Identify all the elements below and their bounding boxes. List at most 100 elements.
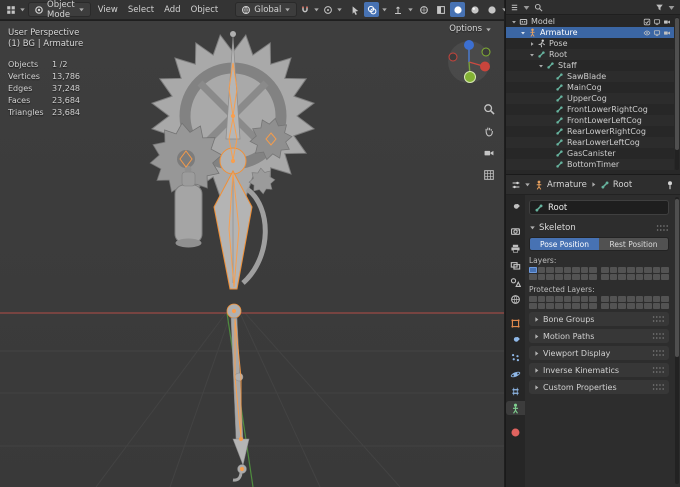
screen-icon[interactable] (653, 29, 661, 37)
navigation-gizmo[interactable] (442, 35, 496, 89)
layer-toggle[interactable] (563, 296, 572, 302)
outliner-row-uppercog[interactable]: UpperCog (506, 93, 674, 104)
name-field[interactable]: Root (529, 200, 669, 215)
layer-toggle[interactable] (572, 296, 580, 302)
pose-position-button[interactable]: Pose Position (530, 238, 599, 250)
panel-grip-icon[interactable] (652, 383, 665, 391)
breadcrumb-data-icon[interactable] (600, 180, 610, 190)
layer-toggle[interactable] (546, 267, 554, 273)
panel-bone-groups[interactable]: Bone Groups (529, 312, 669, 326)
axis-y-handle[interactable] (464, 71, 476, 83)
outliner-row-rearlowerrightcog[interactable]: RearLowerRightCog (506, 126, 674, 137)
layer-toggle[interactable] (563, 267, 572, 273)
layer-toggle[interactable] (626, 296, 635, 302)
collapse-icon[interactable] (527, 52, 536, 58)
tab-physics[interactable] (506, 367, 525, 381)
layer-toggle[interactable] (529, 267, 537, 273)
outliner-row-staff[interactable]: Staff (506, 60, 674, 71)
axis-x-handle[interactable] (480, 61, 490, 72)
layer-toggle[interactable] (572, 274, 580, 280)
layer-toggle[interactable] (589, 274, 597, 280)
panel-grip-icon[interactable] (652, 349, 665, 357)
tab-output[interactable] (506, 241, 525, 255)
axis-x-neg-handle[interactable] (448, 52, 458, 62)
snap-magnet-button[interactable] (299, 4, 311, 16)
pin-icon[interactable] (665, 180, 675, 190)
layer-toggle[interactable] (601, 274, 609, 280)
breadcrumb-object-icon[interactable] (534, 180, 544, 190)
collapse-icon[interactable] (518, 30, 527, 36)
layer-toggle[interactable] (661, 296, 669, 302)
layer-toggle[interactable] (580, 303, 589, 309)
properties-scrollbar[interactable] (675, 197, 679, 484)
properties-editor-type-icon[interactable] (511, 180, 521, 190)
skeleton-panel-header[interactable]: Skeleton (529, 221, 669, 234)
layer-toggle[interactable] (635, 274, 644, 280)
tab-active-tool[interactable] (506, 200, 525, 214)
snap-caret-icon[interactable] (313, 6, 320, 13)
search-icon[interactable] (534, 3, 543, 12)
options-dropdown[interactable]: Options (449, 24, 492, 34)
layer-toggle[interactable] (554, 296, 563, 302)
viewport-grid-toggle-button[interactable] (483, 169, 495, 181)
menu-select[interactable]: Select (123, 3, 159, 17)
layer-toggle[interactable] (618, 267, 626, 273)
screen-icon[interactable] (653, 18, 661, 26)
layer-toggle[interactable] (618, 274, 626, 280)
outliner-row-maincog[interactable]: MainCog (506, 82, 674, 93)
tab-world[interactable] (506, 292, 525, 306)
properties-editor-caret-icon[interactable] (524, 181, 531, 188)
gizmos-toggle-caret-icon[interactable] (407, 6, 414, 13)
layer-toggle[interactable] (572, 267, 580, 273)
outliner-row-model[interactable]: Model (506, 16, 674, 27)
outliner-editor-caret-icon[interactable] (522, 3, 531, 12)
axis-z-handle[interactable] (464, 40, 474, 50)
layer-toggle[interactable] (635, 267, 644, 273)
gizmos-toggle-button[interactable] (390, 2, 405, 17)
proportional-caret-icon[interactable] (336, 6, 343, 13)
layer-toggle[interactable] (626, 274, 635, 280)
outliner-row-rearlowerleftcog[interactable]: RearLowerLeftCog (506, 137, 674, 148)
layer-toggle[interactable] (635, 303, 644, 309)
filter-caret-icon[interactable] (667, 3, 676, 12)
outliner-row-frontlowerrightcog[interactable]: FrontLowerRightCog (506, 104, 674, 115)
layer-toggle[interactable] (529, 296, 537, 302)
layer-toggle[interactable] (609, 267, 618, 273)
layer-toggle[interactable] (652, 296, 661, 302)
layer-toggle[interactable] (601, 267, 609, 273)
eye-icon[interactable] (643, 29, 651, 37)
editor-type-button[interactable] (5, 4, 17, 16)
layer-toggle[interactable] (589, 296, 597, 302)
breadcrumb-object-label[interactable]: Armature (547, 180, 587, 190)
layer-toggle[interactable] (652, 303, 661, 309)
zoom-tool-button[interactable] (483, 103, 495, 115)
layer-toggle[interactable] (652, 267, 661, 273)
shading-rendered-button[interactable] (484, 2, 499, 17)
tab-render[interactable] (506, 224, 525, 238)
orientation-selector[interactable]: Global (235, 2, 298, 17)
layer-toggle[interactable] (537, 303, 546, 309)
layer-toggle[interactable] (580, 296, 589, 302)
layer-toggle[interactable] (529, 274, 537, 280)
overlays-toggle-button[interactable] (364, 2, 380, 17)
tab-scene[interactable] (506, 275, 525, 289)
layer-toggle[interactable] (580, 267, 589, 273)
panel-motion-paths[interactable]: Motion Paths (529, 329, 669, 343)
layer-toggle[interactable] (609, 296, 618, 302)
outliner-row-root[interactable]: Root (506, 49, 674, 60)
outliner-row-bottomtimer[interactable]: BottomTimer (506, 159, 674, 170)
rest-position-button[interactable]: Rest Position (599, 238, 668, 250)
camera-icon[interactable] (663, 18, 671, 26)
menu-view[interactable]: View (93, 3, 123, 17)
tab-object-data[interactable] (506, 401, 525, 415)
layer-toggle[interactable] (546, 303, 554, 309)
outliner-row-frontlowerleftcog[interactable]: FrontLowerLeftCog (506, 115, 674, 126)
breadcrumb-data-label[interactable]: Root (613, 180, 632, 190)
outliner-row-gascanister[interactable]: GasCanister (506, 148, 674, 159)
panel-inverse-kinematics[interactable]: Inverse Kinematics (529, 363, 669, 377)
select-tool-button[interactable] (347, 2, 362, 17)
outliner-row-armature[interactable]: Armature (506, 27, 674, 38)
pan-hand-tool-button[interactable] (483, 125, 495, 137)
shading-solid-button[interactable] (450, 2, 466, 17)
expand-icon[interactable] (527, 41, 536, 47)
